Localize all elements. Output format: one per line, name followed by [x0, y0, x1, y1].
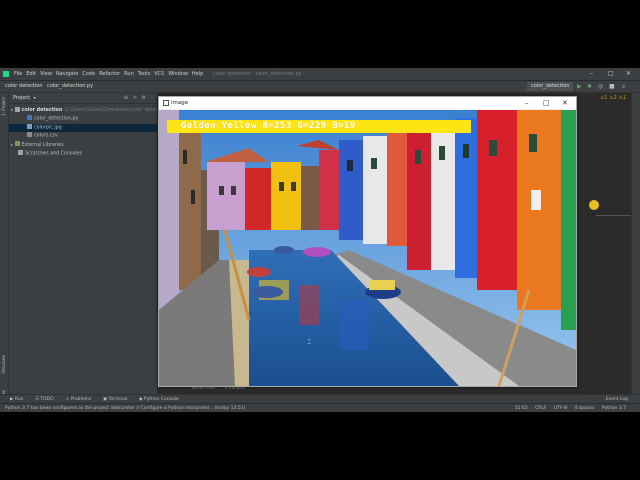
- project-panel: Project ▾ ⊕ ≑ ⚙ – ▾ color detection C:\Us…: [9, 93, 161, 398]
- tree-item-label: colors.csv: [34, 133, 58, 139]
- gear-icon[interactable]: ⚙: [141, 95, 145, 101]
- ide-maximize-button[interactable]: □: [608, 68, 614, 80]
- colorful-houses-canal-image: [159, 110, 576, 386]
- menu-edit[interactable]: Edit: [26, 68, 36, 80]
- tab-structure[interactable]: Structure: [1, 355, 6, 374]
- menu-view[interactable]: View: [40, 68, 52, 80]
- menu-run[interactable]: Run: [124, 68, 134, 80]
- chevron-down-icon[interactable]: ▾: [34, 95, 36, 100]
- menu-navigate[interactable]: Navigate: [56, 68, 78, 80]
- run-config-dropdown[interactable]: color_detection: [527, 82, 574, 91]
- scratch-icon: [18, 149, 23, 155]
- tree-item-colorpic-jpg[interactable]: colorpic.jpg: [9, 123, 157, 132]
- library-icon: [14, 141, 20, 146]
- tab-python-console[interactable]: ◆ Python Console: [139, 397, 179, 402]
- file-encoding[interactable]: UTF-8: [554, 406, 567, 411]
- window-icon: [163, 100, 169, 106]
- inspection-counts[interactable]: ⚠1 ⚠2 ⚠1: [600, 95, 626, 101]
- ide-close-button[interactable]: ✕: [626, 68, 631, 80]
- tree-item-label: External Libraries: [21, 142, 64, 148]
- tree-item-scratches[interactable]: Scratches and Consoles: [9, 149, 157, 159]
- tree-item-label: color detection: [21, 108, 63, 113]
- canal-photo[interactable]: Golden Yellow R=253 G=229 B=19 ⌶: [159, 110, 576, 386]
- image-window-title: image: [171, 100, 189, 106]
- navigation-bar: color detection color_detection.py color…: [0, 81, 640, 93]
- project-tree: ▾ color detection C:\Users\Sailab\Downloa…: [9, 104, 161, 159]
- coverage-icon[interactable]: ◎: [598, 81, 603, 92]
- tab-run[interactable]: ▶ Run: [10, 397, 24, 402]
- tree-item-label: colorpic.jpg: [34, 125, 62, 130]
- right-tool-strip: [631, 93, 640, 398]
- image-window-titlebar[interactable]: image – □ ✕: [159, 97, 576, 109]
- csv-file-icon: [27, 132, 32, 137]
- tab-terminal[interactable]: ▣ Terminal: [103, 397, 128, 402]
- tree-item-color-detection-py[interactable]: color_detection.py: [9, 115, 157, 124]
- python-file-icon: [27, 115, 32, 120]
- menu-window[interactable]: Window: [168, 68, 188, 80]
- stop-icon[interactable]: ■: [609, 81, 615, 92]
- line-separator[interactable]: CRLF: [535, 406, 546, 411]
- breadcrumb-file[interactable]: color_detection.py: [47, 81, 93, 92]
- folder-icon: [14, 106, 20, 112]
- menu-code[interactable]: Code: [82, 68, 95, 80]
- python-interpreter[interactable]: Python 3.7: [602, 406, 626, 411]
- tab-todo[interactable]: ☰ TODO: [35, 397, 54, 402]
- ide-minimize-button[interactable]: –: [590, 68, 593, 80]
- tree-item-external-libraries[interactable]: ▸ External Libraries: [9, 141, 157, 150]
- menu-vcs[interactable]: VCS: [154, 68, 164, 80]
- menu-list: File Edit View Navigate Code Refactor Run Tools…: [14, 68, 207, 80]
- debug-icon[interactable]: ✱: [587, 81, 592, 92]
- tree-item-label: Scratches and Consoles: [25, 151, 83, 156]
- breadcrumb-project[interactable]: color detection: [5, 81, 43, 92]
- menu-bar: File Edit View Navigate Code Refactor Run Tools…: [0, 68, 640, 81]
- status-right-info: 51:62 CRLF UTF-8 4 spaces Python 3.7: [509, 404, 626, 412]
- image-maximize-button[interactable]: □: [543, 97, 550, 109]
- run-icon[interactable]: ▶: [577, 81, 582, 92]
- cursor-position[interactable]: 51:62: [515, 406, 528, 411]
- chevron-down-icon[interactable]: ▾: [11, 107, 13, 112]
- tree-item-path: C:\Users\Sailab\Downloads\color detecti: [65, 108, 162, 113]
- cursor-icon: ⌶: [307, 338, 312, 346]
- project-panel-header: Project ▾ ⊕ ≑ ⚙ –: [9, 93, 157, 104]
- left-tool-strip: 1: Project Structure Favorites: [0, 93, 9, 408]
- detected-color-label: Golden Yellow R=253 G=229 B=19: [167, 120, 471, 133]
- window-title: color detection - color_detection.py: [213, 71, 302, 77]
- menu-tools[interactable]: Tools: [138, 68, 150, 80]
- tab-project[interactable]: 1: Project: [1, 97, 6, 116]
- project-panel-title[interactable]: Project: [13, 95, 30, 101]
- image-minimize-button[interactable]: –: [525, 97, 529, 109]
- menu-file[interactable]: File: [14, 68, 22, 80]
- status-bar: Python 3.7 has been configured as the pr…: [0, 403, 640, 412]
- separator-line: [596, 215, 632, 216]
- menu-help[interactable]: Help: [192, 68, 203, 80]
- pycharm-logo-icon: [3, 71, 9, 77]
- chevron-right-icon[interactable]: ▸: [11, 142, 13, 147]
- image-file-icon: [27, 123, 32, 129]
- search-icon[interactable]: ⌕: [622, 81, 625, 92]
- tree-item-project-root[interactable]: ▾ color detection C:\Users\Sailab\Downloa…: [9, 106, 161, 115]
- opencv-image-window[interactable]: image – □ ✕ Golden Yellow R=253 G=229 B=…: [158, 96, 577, 387]
- collapse-icon[interactable]: ≑: [133, 95, 137, 101]
- tab-problems[interactable]: ⚠ Problems: [65, 397, 91, 402]
- menu-refactor[interactable]: Refactor: [99, 68, 120, 80]
- tree-item-label: color_detection.py: [34, 116, 79, 122]
- image-close-button[interactable]: ✕: [562, 97, 568, 109]
- indent-setting[interactable]: 4 spaces: [575, 406, 595, 411]
- tree-item-colors-csv[interactable]: colors.csv: [9, 132, 157, 141]
- hide-icon[interactable]: –: [151, 95, 154, 101]
- cursor-highlight-icon: [589, 200, 599, 210]
- status-message[interactable]: Python 3.7 has been configured as the pr…: [5, 404, 245, 412]
- locate-icon[interactable]: ⊕: [124, 95, 128, 101]
